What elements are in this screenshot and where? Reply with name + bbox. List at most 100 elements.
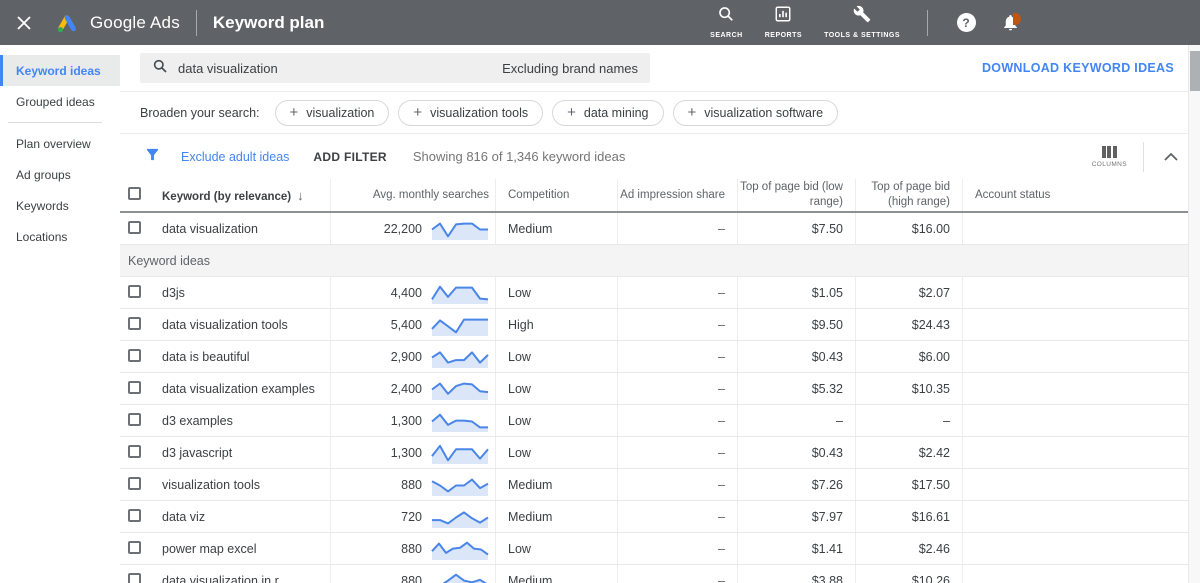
- account-status-cell: [962, 373, 1200, 404]
- header-competition[interactable]: Competition: [495, 179, 617, 211]
- help-icon[interactable]: ?: [956, 13, 976, 33]
- header-bid-low[interactable]: Top of page bid (low range): [737, 179, 855, 211]
- account-status-cell: [962, 213, 1200, 244]
- scrollbar-thumb[interactable]: [1190, 51, 1200, 91]
- search-qualifier-text: Excluding brand names: [502, 61, 638, 76]
- tools-settings-nav-label: TOOLS & SETTINGS: [824, 31, 900, 40]
- sidebar-item-plan-overview[interactable]: Plan overview: [0, 128, 120, 159]
- table-row[interactable]: data visualization in r 880 Medium – $3.…: [120, 565, 1200, 583]
- search-band: data visualization Excluding brand names…: [120, 45, 1200, 92]
- sidebar-item-ad-groups[interactable]: Ad groups: [0, 159, 120, 190]
- reports-nav-button[interactable]: REPORTS: [765, 5, 802, 40]
- competition-cell: Medium: [495, 213, 617, 244]
- table-row[interactable]: d3 examples 1,300 Low – – –: [120, 405, 1200, 437]
- header-keyword[interactable]: Keyword (by relevance)↓: [162, 188, 330, 203]
- avg-monthly-searches-cell: 1,300: [330, 437, 495, 468]
- ad-impression-share-cell: –: [617, 341, 737, 372]
- avg-monthly-searches-cell: 5,400: [330, 309, 495, 340]
- showing-count-text: Showing 816 of 1,346 keyword ideas: [413, 149, 625, 164]
- bid-high-cell: $24.43: [855, 309, 962, 340]
- row-checkbox[interactable]: [128, 413, 141, 426]
- bid-high-cell: $17.50: [855, 469, 962, 500]
- broaden-chip-visualization-software[interactable]: +visualization software: [673, 100, 839, 126]
- search-trend-sparkline: [431, 569, 489, 583]
- broaden-chip-visualization-tools[interactable]: +visualization tools: [398, 100, 543, 126]
- sidebar-item-keyword-ideas[interactable]: Keyword ideas: [0, 55, 120, 86]
- keyword-cell: data visualization examples: [162, 382, 330, 396]
- competition-cell: Low: [495, 277, 617, 308]
- header-bid-high[interactable]: Top of page bid (high range): [855, 179, 962, 211]
- table-row[interactable]: data visualization examples 2,400 Low – …: [120, 373, 1200, 405]
- row-checkbox[interactable]: [128, 317, 141, 330]
- account-status-cell: [962, 277, 1200, 308]
- table-row[interactable]: data visualization 22,200 Medium – $7.50…: [120, 213, 1200, 245]
- table-row[interactable]: data visualization tools 5,400 High – $9…: [120, 309, 1200, 341]
- table-row[interactable]: power map excel 880 Low – $1.41 $2.46: [120, 533, 1200, 565]
- avg-monthly-searches-cell: 4,400: [330, 277, 495, 308]
- ad-impression-share-cell: –: [617, 213, 737, 244]
- sidebar-item-grouped-ideas[interactable]: Grouped ideas: [0, 86, 120, 117]
- search-nav-button[interactable]: SEARCH: [710, 5, 743, 40]
- plus-icon: +: [688, 105, 697, 120]
- header-ad-impression-share[interactable]: Ad impression share: [617, 179, 737, 211]
- row-checkbox[interactable]: [128, 349, 141, 362]
- sort-descending-icon: ↓: [297, 188, 304, 203]
- table-row[interactable]: data viz 720 Medium – $7.97 $16.61: [120, 501, 1200, 533]
- bid-low-cell: $7.50: [737, 213, 855, 244]
- sidebar: Keyword ideas Grouped ideas Plan overvie…: [0, 45, 120, 583]
- keyword-cell: data is beautiful: [162, 350, 330, 364]
- competition-cell: Low: [495, 437, 617, 468]
- wrench-icon: [853, 5, 871, 28]
- chevron-up-icon[interactable]: [1160, 144, 1182, 170]
- ad-impression-share-cell: –: [617, 277, 737, 308]
- row-checkbox[interactable]: [128, 573, 141, 583]
- search-trend-sparkline: [431, 537, 489, 561]
- broaden-search-label: Broaden your search:: [140, 106, 260, 120]
- bid-high-cell: $10.26: [855, 565, 962, 583]
- row-checkbox[interactable]: [128, 221, 141, 234]
- bid-low-cell: $1.41: [737, 533, 855, 564]
- header-avg-monthly-searches[interactable]: Avg. monthly searches: [330, 179, 495, 211]
- ad-impression-share-cell: –: [617, 565, 737, 583]
- row-checkbox[interactable]: [128, 381, 141, 394]
- keyword-ideas-table: Keyword (by relevance)↓ Avg. monthly sea…: [120, 179, 1200, 583]
- row-checkbox[interactable]: [128, 445, 141, 458]
- vertical-scrollbar[interactable]: [1188, 45, 1200, 583]
- ad-impression-share-cell: –: [617, 405, 737, 436]
- add-filter-button[interactable]: ADD FILTER: [313, 150, 386, 164]
- keyword-search-input[interactable]: data visualization Excluding brand names: [140, 53, 650, 83]
- keyword-ideas-rows: d3js 4,400 Low – $1.05 $2.07 data visual…: [120, 277, 1200, 583]
- exclude-adult-ideas-link[interactable]: Exclude adult ideas: [181, 150, 289, 164]
- avg-monthly-searches-cell: 1,300: [330, 405, 495, 436]
- broaden-chip-visualization[interactable]: +visualization: [275, 100, 390, 126]
- header-account-status[interactable]: Account status: [962, 179, 1200, 211]
- page-title: Keyword plan: [213, 13, 324, 33]
- select-all-checkbox[interactable]: [128, 187, 141, 200]
- bid-low-cell: $3.88: [737, 565, 855, 583]
- row-checkbox[interactable]: [128, 477, 141, 490]
- table-row[interactable]: d3js 4,400 Low – $1.05 $2.07: [120, 277, 1200, 309]
- sidebar-item-keywords[interactable]: Keywords: [0, 190, 120, 221]
- tools-settings-nav-button[interactable]: TOOLS & SETTINGS: [824, 5, 900, 40]
- columns-button[interactable]: COLUMNS: [1092, 146, 1127, 168]
- sidebar-item-locations[interactable]: Locations: [0, 221, 120, 252]
- competition-cell: Low: [495, 373, 617, 404]
- row-checkbox[interactable]: [128, 541, 141, 554]
- table-row[interactable]: data is beautiful 2,900 Low – $0.43 $6.0…: [120, 341, 1200, 373]
- filter-funnel-icon[interactable]: [144, 146, 161, 168]
- search-query-text: data visualization: [178, 61, 278, 76]
- row-checkbox[interactable]: [128, 285, 141, 298]
- keyword-cell: data visualization in r: [162, 574, 330, 583]
- close-icon[interactable]: [16, 14, 34, 32]
- download-keyword-ideas-link[interactable]: DOWNLOAD KEYWORD IDEAS: [982, 61, 1174, 75]
- table-row[interactable]: d3 javascript 1,300 Low – $0.43 $2.42: [120, 437, 1200, 469]
- select-all-cell: [120, 187, 162, 203]
- topbar-divider: [927, 10, 928, 36]
- bid-high-cell: $2.42: [855, 437, 962, 468]
- row-checkbox[interactable]: [128, 509, 141, 522]
- competition-cell: Medium: [495, 469, 617, 500]
- broaden-chip-data-mining[interactable]: +data mining: [552, 100, 663, 126]
- notifications-bell-icon[interactable]: [1000, 13, 1020, 33]
- table-row[interactable]: visualization tools 880 Medium – $7.26 $…: [120, 469, 1200, 501]
- keyword-cell: d3 examples: [162, 414, 330, 428]
